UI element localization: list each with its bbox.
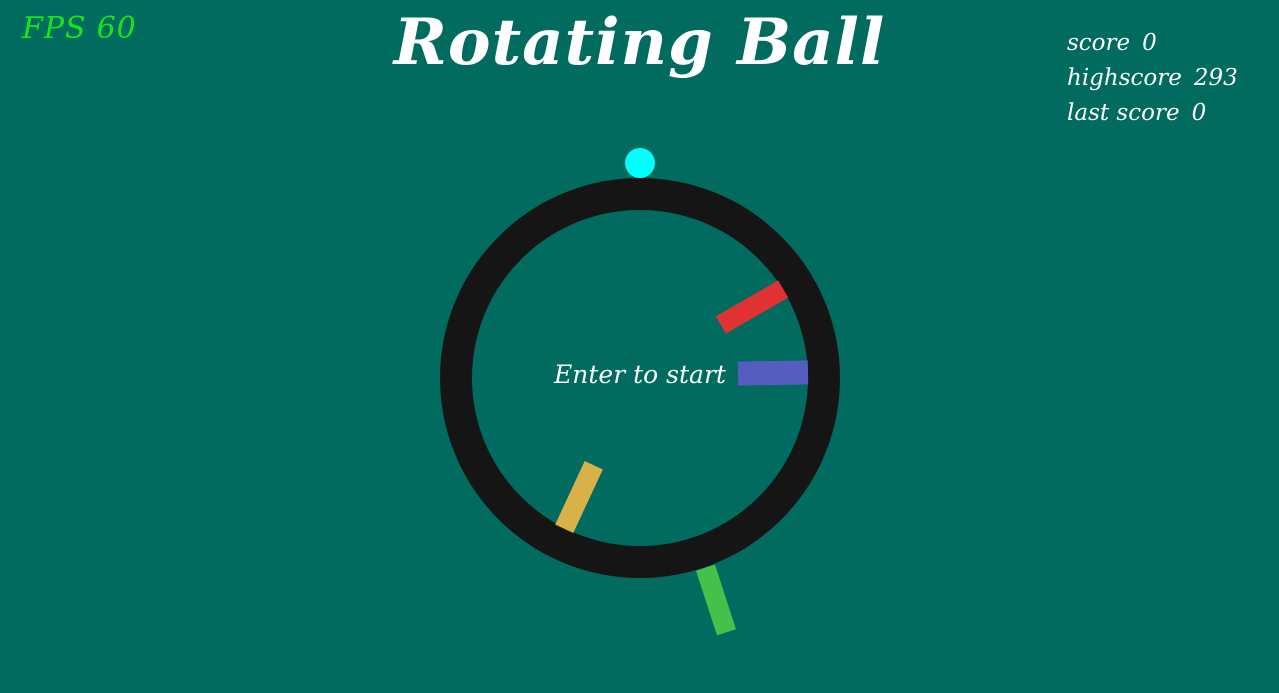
- obstacle-red: [715, 280, 789, 334]
- game-canvas[interactable]: [0, 0, 1279, 693]
- start-prompt: Enter to start: [554, 360, 726, 389]
- obstacle-blue: [737, 360, 809, 386]
- obstacle-green: [695, 564, 737, 636]
- obstacle-yellow: [555, 461, 603, 533]
- ball: [625, 148, 655, 178]
